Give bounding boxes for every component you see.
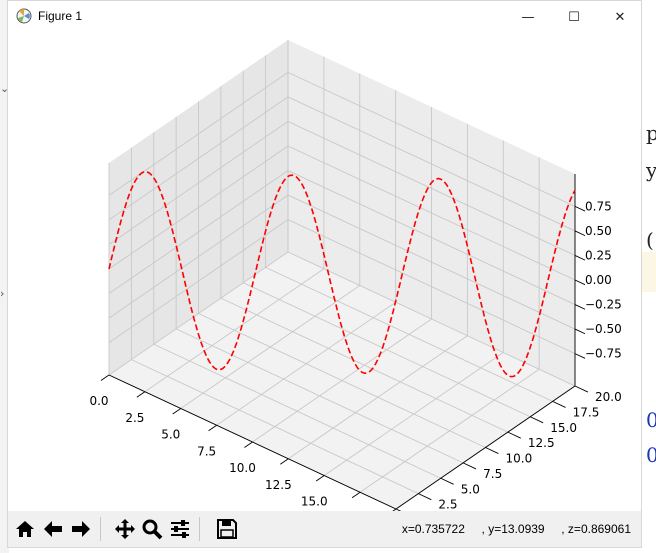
z-tick-mark (574, 205, 586, 212)
background-text-fragment: ( (646, 228, 654, 252)
zoom-button[interactable] (139, 515, 165, 543)
x-tick-mark (280, 458, 289, 465)
y-tick-label: 7.5 (483, 467, 502, 481)
forward-button[interactable] (68, 515, 94, 543)
configure-subplots-button[interactable] (167, 515, 193, 543)
x-tick-label: 15.0 (301, 495, 328, 509)
z-tick-mark (574, 279, 586, 286)
3d-line-plot[interactable]: 0.02.55.07.510.012.515.017.520.00.02.55.… (8, 33, 641, 511)
z-tick-label: 0.00 (585, 273, 612, 287)
pan-icon (115, 519, 135, 539)
back-button[interactable] (40, 515, 66, 543)
home-button[interactable] (12, 515, 38, 543)
y-tick-mark (462, 462, 477, 470)
toolbar-separator (100, 517, 101, 541)
background-highlight-band (642, 252, 656, 292)
y-tick-mark (507, 431, 521, 439)
forward-icon (72, 521, 90, 537)
save-icon (217, 519, 237, 539)
home-icon (16, 521, 34, 537)
y-tick-mark (552, 400, 566, 408)
zoom-icon (142, 519, 163, 540)
figure-canvas[interactable]: 0.02.55.07.510.012.515.017.520.00.02.55.… (8, 33, 641, 511)
y-tick-label: 2.5 (438, 498, 457, 511)
y-tick-mark (574, 385, 589, 393)
back-icon (44, 521, 62, 537)
background-text-fragment: p (646, 121, 656, 145)
window-title: Figure 1 (38, 9, 83, 23)
close-button[interactable]: ✕ (597, 1, 643, 33)
z-tick-label: −0.50 (585, 322, 622, 336)
z-tick-label: −0.25 (585, 298, 622, 312)
x-tick-mark (315, 475, 325, 482)
x-tick-mark (100, 374, 110, 381)
y-tick-mark (485, 447, 499, 454)
x-tick-label: 0.0 (89, 394, 108, 408)
save-button[interactable] (214, 515, 240, 543)
x-tick-mark (172, 408, 182, 415)
z-tick-mark (574, 353, 586, 359)
y-tick-label: 17.5 (573, 405, 600, 419)
figure-window: Figure 1 — ☐ ✕ 0.02.55.07.510.012.515.01… (7, 0, 642, 548)
y-tick-label: 15.0 (550, 421, 577, 435)
z-tick-label: 0.25 (585, 248, 612, 262)
z-tick-mark (574, 328, 586, 335)
y-tick-mark (440, 477, 454, 485)
x-tick-label: 12.5 (265, 478, 292, 492)
x-tick-label: 2.5 (125, 411, 144, 425)
navigation-toolbar: x=0.735722 , y=13.0939 , z=0.869061 (8, 511, 641, 547)
x-tick-mark (208, 424, 217, 432)
z-tick-label: −0.75 (585, 347, 622, 361)
expand-arrow-icon: › (0, 287, 5, 300)
z-tick-label: 0.75 (585, 199, 612, 213)
title-bar[interactable]: Figure 1 — ☐ ✕ (8, 1, 641, 33)
z-tick-label: 0.50 (585, 224, 612, 238)
y-tick-label: 10.0 (506, 452, 533, 466)
cursor-coordinates-readout: x=0.735722 , y=13.0939 , z=0.869061 (401, 522, 631, 536)
y-tick-mark (418, 493, 432, 501)
x-tick-mark (244, 441, 253, 448)
pan-button[interactable] (112, 515, 138, 543)
background-app-right-strip: p y ( 0 0 (642, 0, 656, 553)
y-tick-label: 20.0 (595, 390, 622, 404)
x-tick-label: 10.0 (229, 461, 256, 475)
z-tick-mark (574, 255, 586, 261)
x-tick-label: 5.0 (161, 428, 180, 442)
maximize-button[interactable]: ☐ (551, 1, 597, 33)
y-tick-mark (530, 416, 544, 424)
configure-subplots-icon (171, 520, 189, 538)
background-text-fragment: y (646, 158, 656, 182)
background-text-fragment: 0 (646, 408, 656, 432)
x-tick-mark (351, 491, 361, 499)
y-tick-label: 5.0 (461, 482, 480, 496)
toolbar-separator (199, 517, 200, 541)
z-tick-mark (574, 304, 586, 310)
x-tick-label: 7.5 (197, 444, 216, 458)
minimize-button[interactable]: — (505, 1, 551, 33)
x-tick-mark (136, 391, 146, 398)
background-text-fragment: 0 (646, 443, 656, 467)
z-tick-mark (574, 230, 586, 237)
matplotlib-app-icon (16, 8, 32, 24)
y-tick-label: 12.5 (528, 436, 555, 450)
